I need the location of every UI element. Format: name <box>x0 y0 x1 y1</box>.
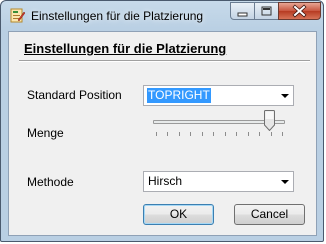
slider-tick <box>190 132 191 136</box>
chevron-down-icon <box>281 94 289 98</box>
slider-tick <box>225 132 226 136</box>
methode-label: Methode <box>27 175 74 189</box>
methode-dropdown[interactable]: Hirsch <box>143 171 294 192</box>
slider-tick <box>156 132 157 136</box>
standard-position-label: Standard Position <box>27 88 122 102</box>
dialog-window: Einstellungen für die Platzierung Einste… <box>0 0 324 242</box>
edit-document-icon <box>10 8 25 23</box>
standard-position-dropdown[interactable]: TOPRIGHT <box>143 85 294 106</box>
slider-tick <box>282 132 283 136</box>
dialog-heading: Einstellungen für die Platzierung <box>24 41 227 56</box>
slider-tick <box>179 132 180 136</box>
ok-button[interactable]: OK <box>143 204 214 225</box>
menge-label: Menge <box>27 126 64 140</box>
slider-tick <box>259 132 260 136</box>
methode-value: Hirsch <box>148 174 183 188</box>
close-icon <box>292 4 307 18</box>
close-button[interactable] <box>278 2 321 20</box>
minimize-button[interactable] <box>230 2 255 20</box>
maximize-icon <box>261 6 272 16</box>
slider-tick <box>271 132 272 136</box>
slider-tick <box>236 132 237 136</box>
slider-tick <box>248 132 249 136</box>
slider-tick <box>202 132 203 136</box>
slider-tick <box>213 132 214 136</box>
standard-position-value: TOPRIGHT <box>147 88 211 103</box>
title-bar[interactable]: Einstellungen für die Platzierung <box>1 1 325 31</box>
slider-tick <box>167 132 168 136</box>
window-title: Einstellungen für die Platzierung <box>31 9 204 23</box>
chevron-down-icon <box>281 180 289 184</box>
slider-thumb[interactable] <box>264 110 275 131</box>
cancel-button[interactable]: Cancel <box>234 204 305 225</box>
heading-divider <box>19 60 310 62</box>
dialog-content: Einstellungen für die Platzierung Standa… <box>8 31 317 236</box>
maximize-button[interactable] <box>254 2 279 20</box>
minimize-icon <box>237 12 248 17</box>
